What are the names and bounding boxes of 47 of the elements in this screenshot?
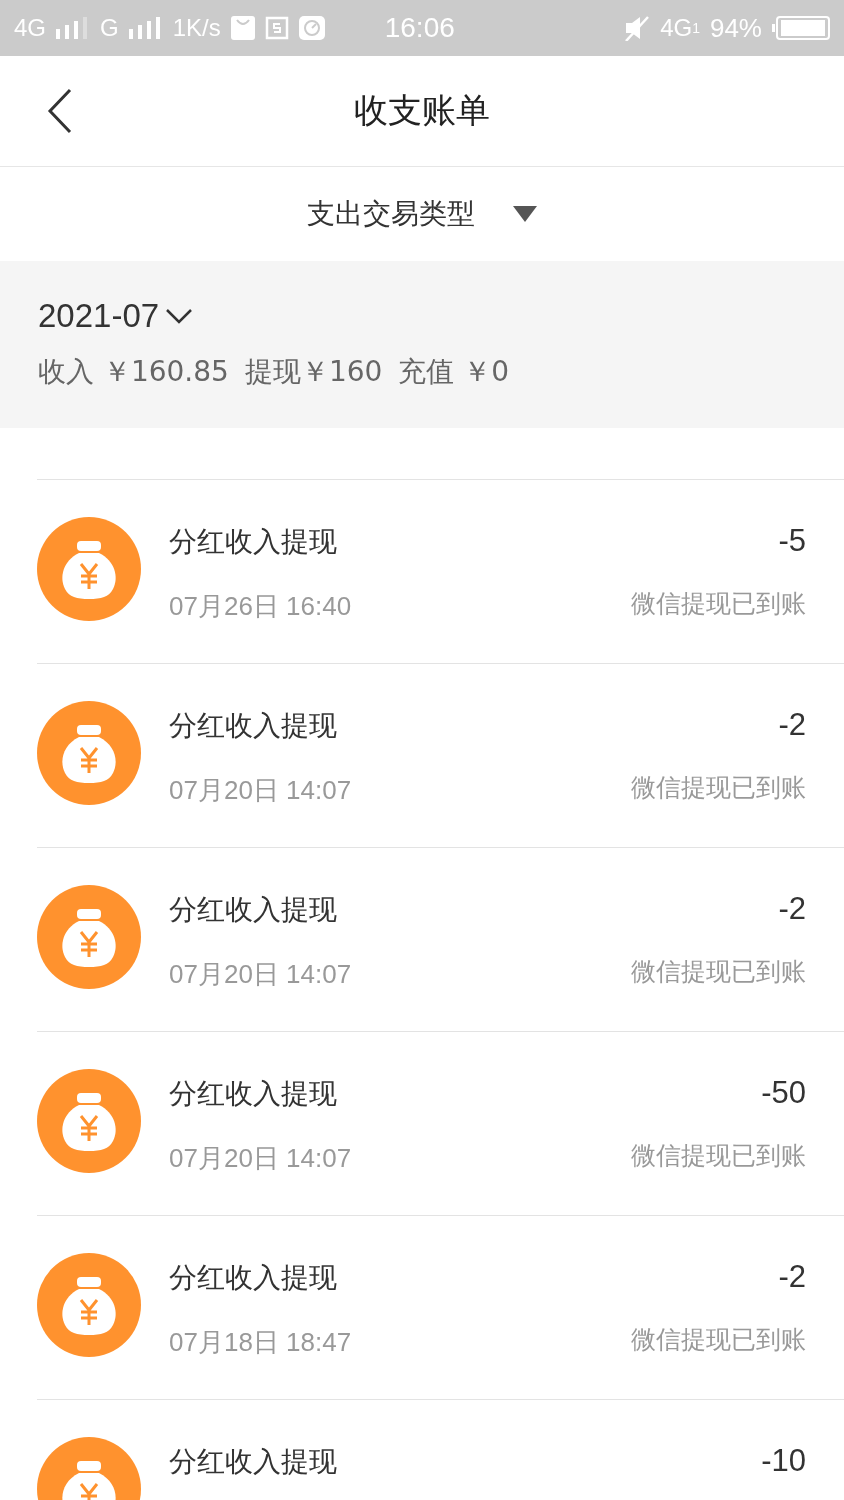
record-amount: -2	[778, 707, 806, 743]
record-row[interactable]: 分红收入提现 07月20日 14:07 -50 微信提现已到账	[37, 1031, 844, 1215]
record-title: 分红收入提现	[169, 524, 338, 560]
signal-icon	[56, 17, 90, 39]
record-date: 07月20日 14:07	[169, 774, 353, 807]
record-row[interactable]: 分红收入提现 07月26日 16:40 -5 微信提现已到账	[37, 479, 844, 663]
dropdown-triangle-icon	[513, 206, 537, 222]
record-amount: -5	[778, 523, 806, 559]
income-summary: 收入 ￥160.85	[38, 354, 229, 390]
bag-icon	[230, 16, 255, 40]
month-picker[interactable]: 2021-07	[38, 297, 194, 335]
record-date: 07月20日 14:07	[169, 958, 353, 991]
record-status: 微信提现已到账	[631, 1324, 806, 1356]
record-row[interactable]: 分红收入提现 -10	[37, 1399, 844, 1500]
page-title: 收支账单	[354, 89, 490, 132]
money-bag-icon	[37, 1069, 141, 1173]
record-title: 分红收入提现	[169, 1076, 338, 1112]
withdraw-summary: 提现￥160	[244, 354, 383, 390]
record-amount: -10	[761, 1443, 806, 1479]
record-date: 07月20日 14:07	[169, 1142, 353, 1175]
muted-speaker-icon	[624, 15, 651, 41]
record-amount: -50	[761, 1075, 806, 1111]
money-bag-icon	[37, 517, 141, 621]
money-bag-icon	[37, 701, 141, 805]
record-title: 分红收入提现	[169, 892, 338, 928]
chevron-down-icon	[165, 308, 194, 324]
signal-icon	[128, 17, 163, 39]
battery-icon	[772, 16, 830, 40]
money-bag-icon	[37, 885, 141, 989]
record-row[interactable]: 分红收入提现 07月20日 14:07 -2 微信提现已到账	[37, 663, 844, 847]
money-bag-icon	[37, 1253, 141, 1357]
gauge-icon	[298, 16, 325, 40]
record-title: 分红收入提现	[169, 1260, 338, 1296]
s-app-icon	[264, 16, 289, 40]
record-amount: -2	[778, 891, 806, 927]
record-date: 07月26日 16:40	[169, 590, 353, 623]
record-title: 分红收入提现	[169, 1444, 338, 1480]
record-title: 分红收入提现	[169, 708, 338, 744]
record-row[interactable]: 分红收入提现 07月20日 14:07 -2 微信提现已到账	[37, 847, 844, 1031]
record-row[interactable]: 分红收入提现 07月18日 18:47 -2 微信提现已到账	[37, 1215, 844, 1399]
record-date: 07月18日 18:47	[169, 1326, 353, 1359]
record-amount: -2	[778, 1259, 806, 1295]
record-status: 微信提现已到账	[631, 772, 806, 804]
recharge-summary: 充值 ￥0	[398, 354, 510, 390]
record-status: 微信提现已到账	[631, 1140, 806, 1172]
record-status: 微信提现已到账	[631, 956, 806, 988]
record-status: 微信提现已到账	[631, 588, 806, 620]
